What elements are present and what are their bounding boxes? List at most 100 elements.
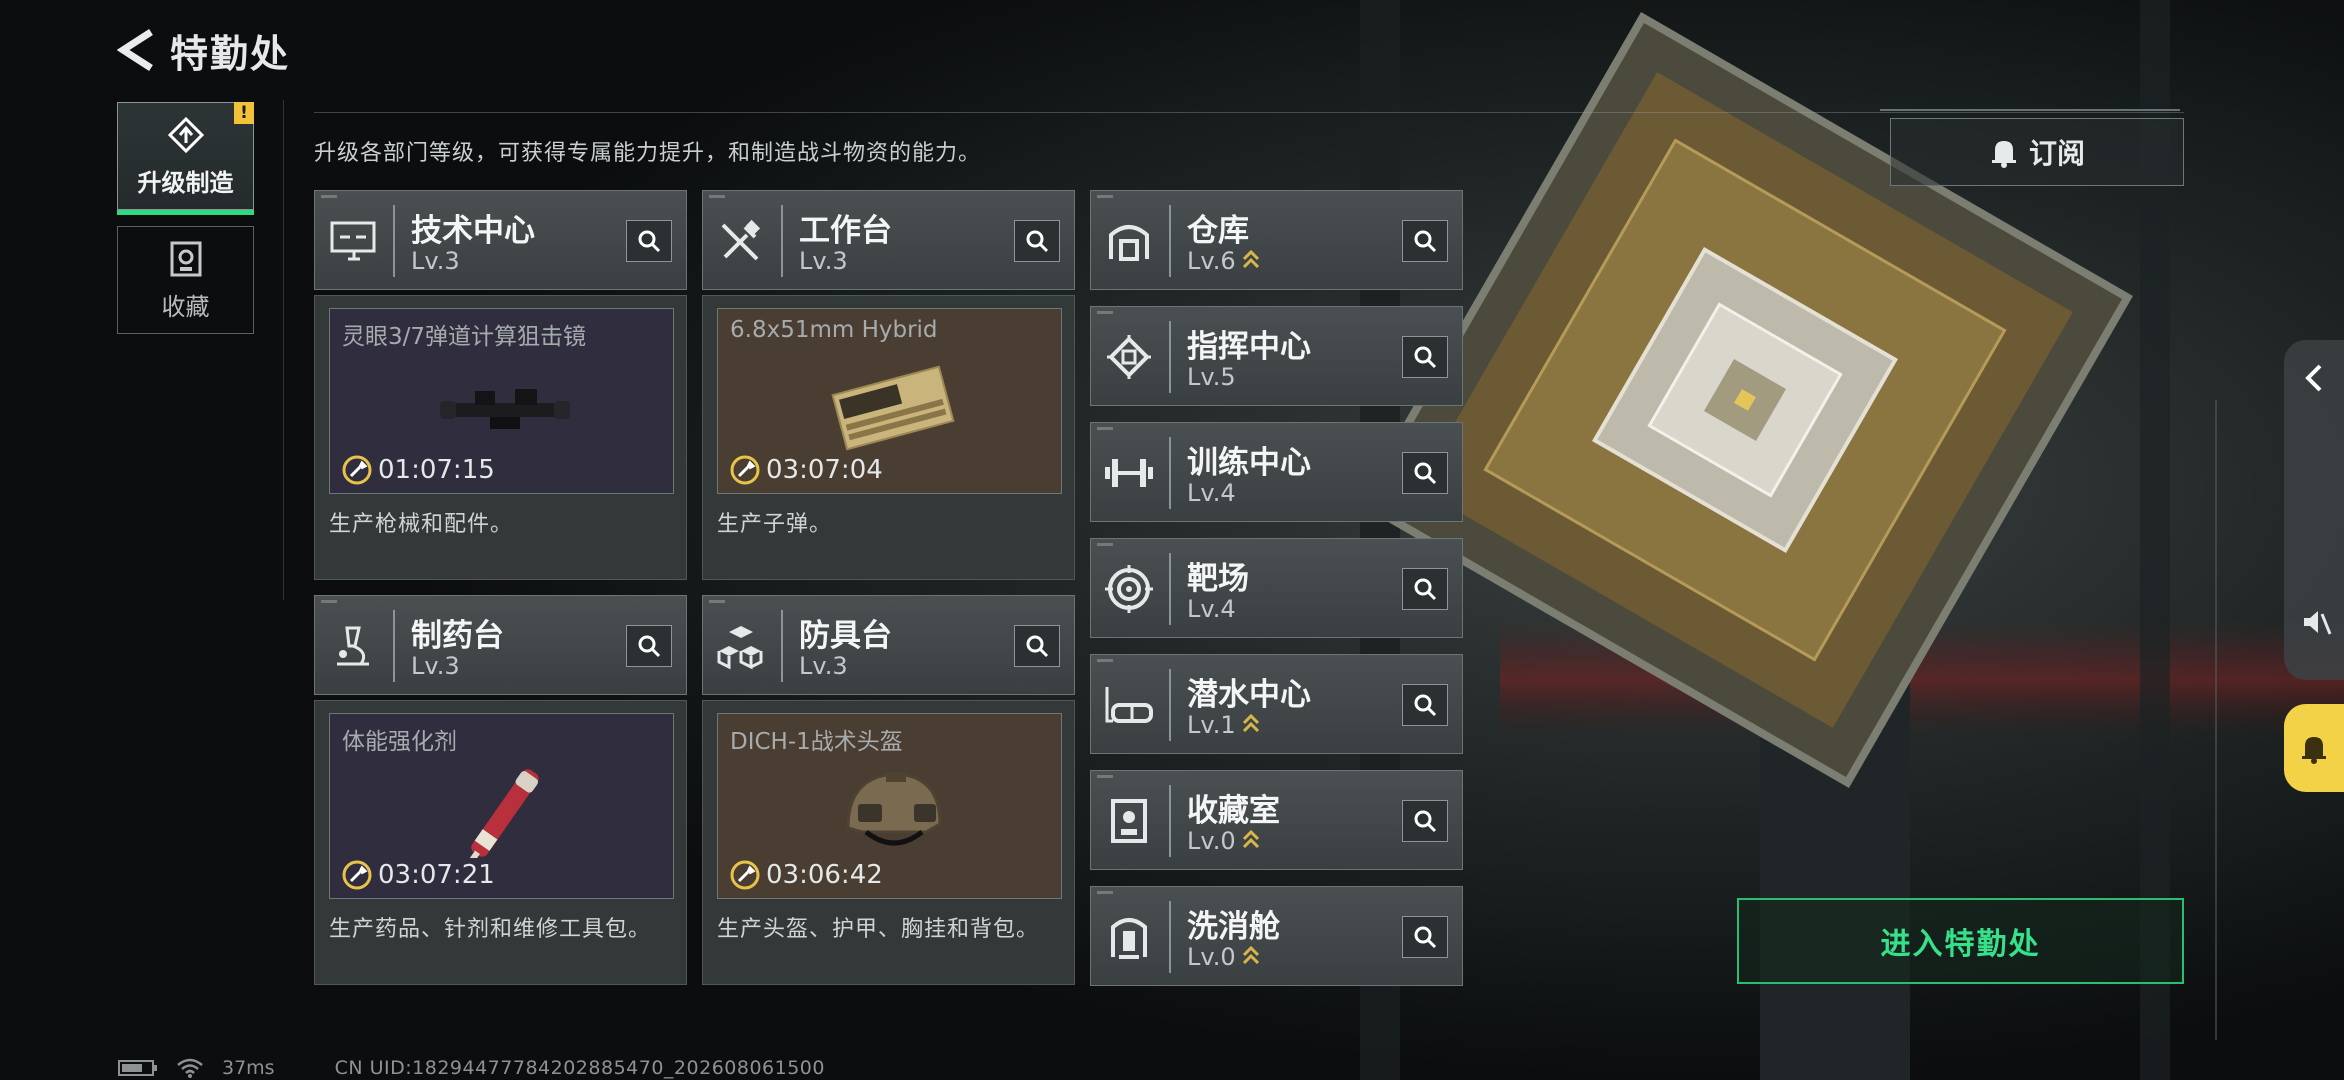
- level-text: Lv.4: [1187, 479, 1236, 507]
- tab-upgrade-craft[interactable]: ! 升级制造: [117, 102, 254, 215]
- production-slot[interactable]: 6.8x51mm Hybrid 03:07:04: [717, 308, 1062, 494]
- tab-label: 收藏: [161, 292, 210, 321]
- decoration: [1097, 659, 1113, 662]
- divider: [1169, 437, 1171, 509]
- facility-level: Lv.4: [1187, 595, 1236, 623]
- tab-collection[interactable]: 收藏: [117, 226, 254, 334]
- facility-shooting-range[interactable]: 靶场 Lv.4: [1090, 538, 1463, 638]
- facility-training-center[interactable]: 训练中心 Lv.4: [1090, 422, 1463, 522]
- chip-icon: [1101, 329, 1157, 385]
- search-button[interactable]: [1402, 336, 1448, 378]
- facility-level: Lv.1: [1187, 711, 1260, 739]
- item-name: 灵眼3/7弹道计算狙击镜: [342, 324, 587, 350]
- divider: [393, 610, 395, 682]
- facility-collection-room[interactable]: 收藏室 Lv.0: [1090, 770, 1463, 870]
- wifi-icon: [177, 1058, 203, 1078]
- facility-name: 指挥中心: [1187, 329, 1311, 365]
- warning-badge: !: [234, 102, 254, 124]
- facility-decontamination[interactable]: 洗消舱 Lv.0: [1090, 886, 1463, 986]
- facility-name: 工作台: [799, 213, 892, 249]
- production-slot[interactable]: DICH-1战术头盔 03:06:42: [717, 713, 1062, 899]
- facility-diving-center[interactable]: 潜水中心 Lv.1: [1090, 654, 1463, 754]
- decoration: [709, 195, 725, 198]
- facility-level: Lv.3: [411, 652, 460, 680]
- production-slot[interactable]: 体能强化剂 03:07:21: [329, 713, 674, 899]
- subscribe-label: 订阅: [2028, 137, 2085, 170]
- search-button[interactable]: [1014, 220, 1060, 262]
- production-panel-tech-center[interactable]: 灵眼3/7弹道计算狙击镜 01:07:15 生产枪械和配件。: [314, 295, 687, 580]
- page-title: 特勤处: [170, 31, 291, 76]
- search-button[interactable]: [1402, 684, 1448, 726]
- facility-level: Lv.3: [799, 652, 848, 680]
- timer-text: 01:07:15: [378, 455, 495, 485]
- back-button[interactable]: [114, 22, 160, 78]
- search-button[interactable]: [626, 625, 672, 667]
- search-icon: [1414, 346, 1437, 369]
- subscribe-button[interactable]: 订阅: [1890, 118, 2184, 186]
- item-name: 6.8x51mm Hybrid: [730, 317, 938, 343]
- facility-armor-bench[interactable]: 防具台 Lv.3: [702, 595, 1075, 695]
- collection-icon: [170, 241, 201, 276]
- search-button[interactable]: [626, 220, 672, 262]
- search-icon: [1414, 694, 1437, 717]
- display-case-icon: [1101, 793, 1157, 849]
- item-name: 体能强化剂: [342, 729, 457, 755]
- level-text: Lv.3: [411, 652, 460, 680]
- decoration: [1097, 195, 1113, 198]
- tactical-helmet-image: [846, 772, 942, 846]
- sniper-scope-image: [440, 389, 570, 429]
- uid-text: CN UID:18294477784202885470_202608061500: [334, 1057, 825, 1079]
- search-button[interactable]: [1402, 568, 1448, 610]
- facility-description: 生产子弹。: [717, 512, 833, 537]
- item-name: DICH-1战术头盔: [730, 729, 903, 755]
- enter-label: 进入特勤处: [1880, 927, 2041, 962]
- notification-button[interactable]: [2284, 704, 2344, 792]
- side-panel-toggle[interactable]: [2284, 340, 2344, 680]
- search-icon: [1414, 926, 1437, 949]
- divider: [393, 205, 395, 277]
- decoration: [709, 600, 725, 603]
- bell-icon: [1991, 141, 2016, 168]
- search-button[interactable]: [1014, 625, 1060, 667]
- status-bar: 37ms CN UID:18294477784202885470_2026080…: [118, 1056, 825, 1080]
- search-icon: [638, 230, 661, 253]
- bell-icon: [2302, 737, 2326, 764]
- production-panel-armor-bench[interactable]: DICH-1战术头盔 03:06:42 生产头盔、护甲、胸挂和背包。: [702, 700, 1075, 985]
- level-text: Lv.3: [799, 652, 848, 680]
- facility-workbench[interactable]: 工作台 Lv.3: [702, 190, 1075, 290]
- facility-name: 技术中心: [411, 213, 535, 249]
- facility-warehouse[interactable]: 仓库 Lv.6: [1090, 190, 1463, 290]
- search-icon: [1414, 810, 1437, 833]
- upgrade-arrow-icon: [1242, 249, 1259, 269]
- enter-special-ops-button[interactable]: 进入特勤处: [1737, 898, 2184, 984]
- production-slot[interactable]: 灵眼3/7弹道计算狙击镜 01:07:15: [329, 308, 674, 494]
- facility-pharmacy[interactable]: 制药台 Lv.3: [314, 595, 687, 695]
- upgrade-arrow-icon: [1242, 945, 1259, 965]
- decoration: [321, 195, 337, 198]
- search-icon: [1414, 578, 1437, 601]
- search-button[interactable]: [1402, 916, 1448, 958]
- tab-label: 升级制造: [137, 168, 234, 197]
- battery-icon: [118, 1060, 157, 1076]
- upgrade-arrow-icon: [1242, 829, 1259, 849]
- decoration: [1097, 775, 1113, 778]
- tools-icon: [713, 213, 769, 269]
- divider: [1169, 205, 1171, 277]
- upgrade-icon: [167, 116, 204, 153]
- dumbbell-icon: [1101, 445, 1157, 501]
- level-text: Lv.4: [1187, 595, 1236, 623]
- search-button[interactable]: [1402, 220, 1448, 262]
- search-button[interactable]: [1402, 452, 1448, 494]
- facility-name: 训练中心: [1187, 445, 1311, 481]
- facility-name: 仓库: [1187, 213, 1249, 249]
- facility-command-center[interactable]: 指挥中心 Lv.5: [1090, 306, 1463, 406]
- divider: [781, 205, 783, 277]
- search-button[interactable]: [1402, 800, 1448, 842]
- production-panel-workbench[interactable]: 6.8x51mm Hybrid 03:07:04 生产子弹。: [702, 295, 1075, 580]
- facility-tech-center[interactable]: 技术中心 Lv.3: [314, 190, 687, 290]
- target-icon: [1101, 561, 1157, 617]
- search-icon: [1026, 635, 1049, 658]
- level-text: Lv.6: [1187, 247, 1236, 275]
- production-panel-pharmacy[interactable]: 体能强化剂 03:07:21 生产药品、针剂和维修工具包。: [314, 700, 687, 985]
- level-text: Lv.5: [1187, 363, 1236, 391]
